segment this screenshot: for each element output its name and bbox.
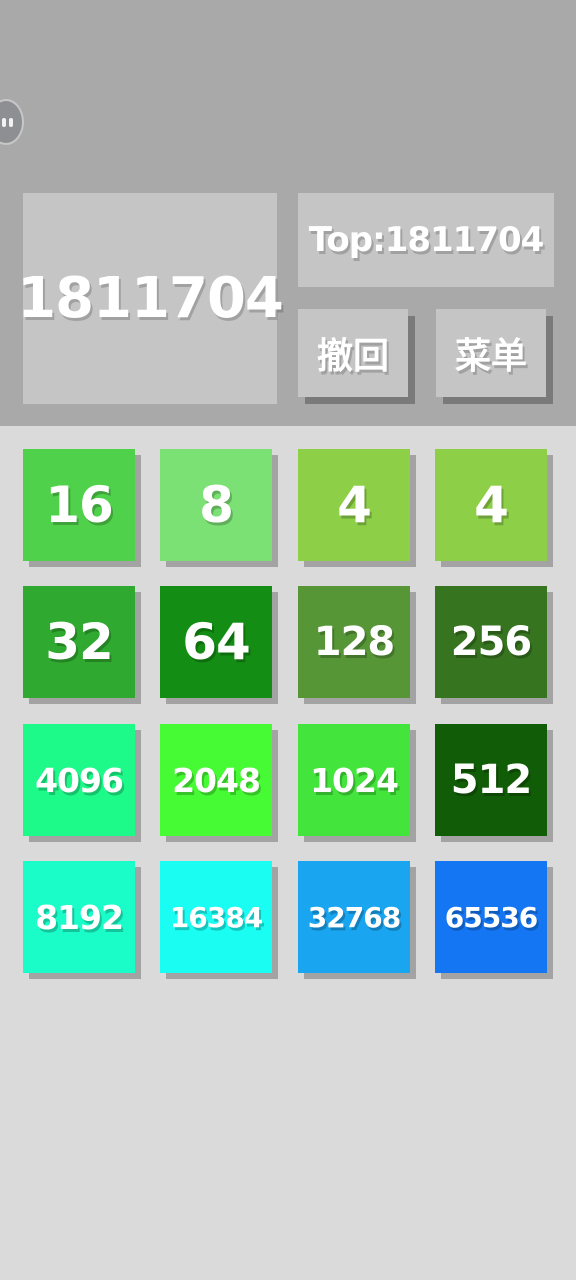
tile: 4096 — [23, 724, 135, 836]
tile: 16384 — [160, 861, 272, 973]
tile: 1024 — [298, 724, 410, 836]
menu-button[interactable]: 菜单 — [436, 309, 546, 397]
top-score: Top:1811704 — [298, 193, 554, 287]
header-panel: 1811704 Top:1811704 撤回 菜单 — [0, 0, 576, 426]
tile: 256 — [435, 586, 547, 698]
face-icon[interactable] — [0, 99, 24, 145]
tile: 32 — [23, 586, 135, 698]
tile: 64 — [160, 586, 272, 698]
tile: 4 — [435, 449, 547, 561]
undo-button[interactable]: 撤回 — [298, 309, 408, 397]
tile: 2048 — [160, 724, 272, 836]
tile: 65536 — [435, 861, 547, 973]
tile: 128 — [298, 586, 410, 698]
tile: 8 — [160, 449, 272, 561]
tile: 32768 — [298, 861, 410, 973]
tile: 4 — [298, 449, 410, 561]
tile: 512 — [435, 724, 547, 836]
eye-right — [9, 118, 13, 127]
tile: 16 — [23, 449, 135, 561]
current-score: 1811704 — [17, 193, 284, 404]
tile: 8192 — [23, 861, 135, 973]
eye-left — [2, 118, 6, 127]
